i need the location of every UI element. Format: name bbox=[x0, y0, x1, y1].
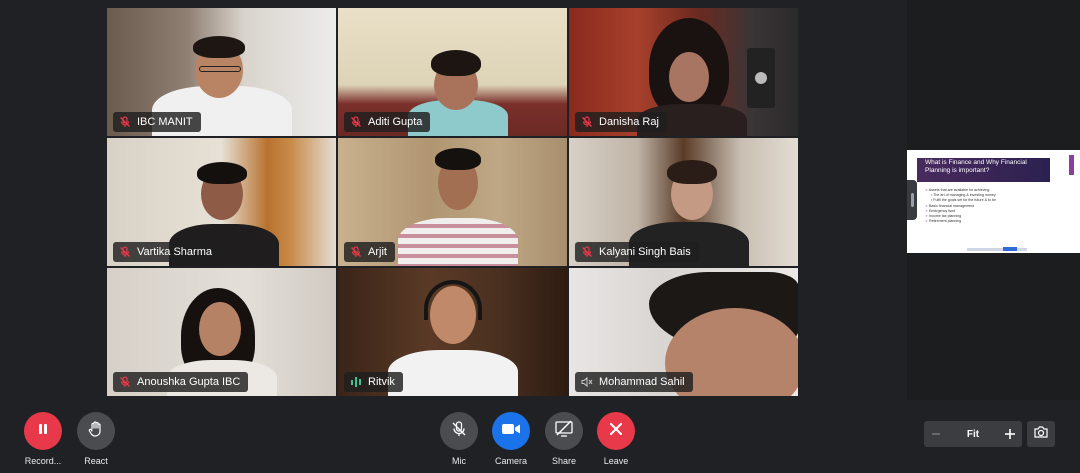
participant-name-tag: IBC MANIT bbox=[113, 112, 201, 132]
participant-name-tag: Arjit bbox=[344, 242, 395, 262]
participant-tile[interactable]: Aditi Gupta bbox=[338, 8, 567, 136]
record-label: Record... bbox=[24, 456, 62, 466]
camera-icon bbox=[1033, 425, 1049, 444]
zoom-in-button[interactable] bbox=[998, 421, 1022, 447]
zoom-level[interactable]: Fit bbox=[948, 429, 998, 440]
slide-footer bbox=[967, 248, 1027, 251]
participant-name: Anoushka Gupta IBC bbox=[137, 376, 241, 388]
participant-name: Ritvik bbox=[368, 376, 395, 388]
mic-control: Mic bbox=[440, 412, 478, 466]
slide-bullets: Assets that are available for achieving … bbox=[925, 188, 1035, 224]
screen-share-icon bbox=[554, 420, 574, 443]
mic-off-icon bbox=[350, 116, 362, 128]
hand-icon bbox=[87, 420, 105, 443]
participant-name-tag: Aditi Gupta bbox=[344, 112, 431, 132]
participant-name: Arjit bbox=[368, 246, 387, 258]
slide-title: What is Finance and Why Financial Planni… bbox=[925, 159, 1027, 174]
mic-button[interactable] bbox=[440, 412, 478, 450]
participant-name: Vartika Sharma bbox=[137, 246, 212, 258]
snapshot-button[interactable] bbox=[1027, 421, 1055, 447]
participant-name: Kalyani Singh Bais bbox=[599, 246, 691, 258]
participant-tile[interactable]: Kalyani Singh Bais bbox=[569, 138, 798, 266]
video-camera-icon bbox=[501, 422, 521, 441]
handle-grip bbox=[910, 193, 914, 207]
mic-off-icon bbox=[450, 420, 468, 443]
shared-screen-thumbnail[interactable]: What is Finance and Why Financial Planni… bbox=[907, 150, 1080, 253]
camera-button[interactable] bbox=[492, 412, 530, 450]
participant-name-tag: Danisha Raj bbox=[575, 112, 667, 132]
mic-off-icon bbox=[119, 376, 131, 388]
video-grid: IBC MANIT Aditi Gupta Danisha Raj Vartik… bbox=[107, 8, 798, 396]
slide-bullet: Retirement planning bbox=[925, 219, 1035, 224]
mic-off-icon bbox=[581, 246, 593, 258]
participant-name: Mohammad Sahil bbox=[599, 376, 685, 388]
participant-tile[interactable]: Mohammad Sahil bbox=[569, 268, 798, 396]
camera-control: Camera bbox=[492, 412, 530, 466]
slide-footer-badge bbox=[1003, 247, 1017, 251]
close-icon bbox=[608, 421, 624, 442]
participant-tile[interactable]: Vartika Sharma bbox=[107, 138, 336, 266]
zoom-controls: Fit bbox=[924, 421, 1022, 447]
participant-name-tag: Kalyani Singh Bais bbox=[575, 242, 699, 262]
panel-drag-handle[interactable] bbox=[907, 180, 917, 220]
participant-name-tag: Mohammad Sahil bbox=[575, 372, 693, 392]
mic-off-icon bbox=[119, 246, 131, 258]
mic-off-icon bbox=[581, 116, 593, 128]
leave-label: Leave bbox=[603, 456, 629, 466]
participant-name: Danisha Raj bbox=[599, 116, 659, 128]
share-control: Share bbox=[545, 412, 583, 466]
record-button[interactable] bbox=[24, 412, 62, 450]
control-bar: Record... React Mic Camera Share Leave bbox=[0, 400, 1080, 473]
participant-name-tag: Ritvik bbox=[344, 372, 403, 392]
react-control: React bbox=[77, 412, 115, 466]
mic-off-icon bbox=[119, 116, 131, 128]
leave-control: Leave bbox=[597, 412, 635, 466]
pause-icon bbox=[36, 422, 50, 441]
participant-tile[interactable]: IBC MANIT bbox=[107, 8, 336, 136]
share-button[interactable] bbox=[545, 412, 583, 450]
participant-name-tag: Anoushka Gupta IBC bbox=[113, 372, 249, 392]
participant-name: IBC MANIT bbox=[137, 116, 193, 128]
react-label: React bbox=[84, 456, 108, 466]
slide-accent bbox=[1069, 155, 1074, 175]
speaker-muted-icon bbox=[581, 376, 593, 388]
share-label: Share bbox=[551, 456, 577, 466]
zoom-out-button[interactable] bbox=[924, 421, 948, 447]
mic-off-icon bbox=[350, 246, 362, 258]
participant-tile[interactable]: Arjit bbox=[338, 138, 567, 266]
react-button[interactable] bbox=[77, 412, 115, 450]
participant-tile[interactable]: Anoushka Gupta IBC bbox=[107, 268, 336, 396]
audio-level-icon bbox=[350, 376, 362, 388]
participant-tile[interactable]: Ritvik bbox=[338, 268, 567, 396]
participant-name-tag: Vartika Sharma bbox=[113, 242, 220, 262]
mic-label: Mic bbox=[452, 456, 466, 466]
participant-name: Aditi Gupta bbox=[368, 116, 423, 128]
camera-label: Camera bbox=[494, 456, 527, 466]
leave-button[interactable] bbox=[597, 412, 635, 450]
record-control: Record... bbox=[24, 412, 62, 466]
participant-tile[interactable]: Danisha Raj bbox=[569, 8, 798, 136]
